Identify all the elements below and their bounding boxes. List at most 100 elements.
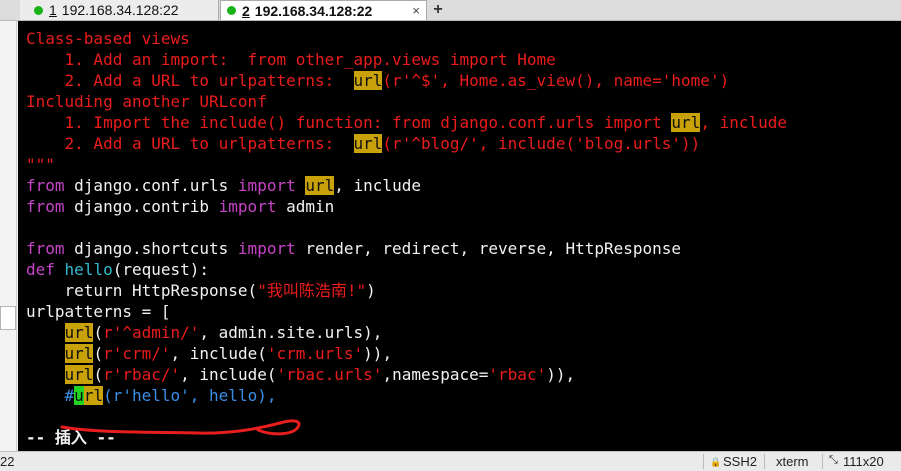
- code-token: (: [93, 323, 104, 342]
- terminal-line: url(r'crm/', include('crm.urls')),: [26, 343, 787, 364]
- code-token: , include: [334, 176, 421, 195]
- code-token: url: [64, 365, 94, 384]
- code-token: (r'^blog/', include('blog.urls')): [382, 134, 701, 153]
- code-token: url: [353, 134, 383, 153]
- tab-number: 1: [49, 2, 57, 18]
- code-token: rl: [83, 386, 104, 405]
- status-protocol: SSH2: [723, 454, 757, 469]
- code-token: 1. Import the include() function: from d…: [26, 113, 672, 132]
- code-token: )),: [546, 365, 576, 384]
- terminal-line: 2. Add a URL to urlpatterns: url(r'^$', …: [26, 70, 787, 91]
- code-token: r'rbac/': [103, 365, 181, 384]
- code-token: r'^admin/': [103, 323, 200, 342]
- connected-status-icon: [34, 5, 43, 15]
- terminal-line: urlpatterns = [: [26, 301, 787, 322]
- code-token: admin: [276, 197, 335, 216]
- terminal-lines: Class-based views 1. Add an import: from…: [26, 28, 787, 448]
- code-token: (r'^$', Home.as_view(), name='home'): [382, 71, 730, 90]
- terminal-line: """: [26, 154, 787, 175]
- code-token: (request):: [112, 260, 210, 279]
- terminal-line: return HttpResponse("我叫陈浩南!"): [26, 280, 787, 301]
- connected-status-icon: [227, 6, 236, 15]
- terminal-line: from django.conf.urls import url, includ…: [26, 175, 787, 196]
- code-token: from: [26, 176, 65, 195]
- code-token: from: [26, 197, 65, 216]
- code-token: 'rbac': [488, 365, 547, 384]
- status-left-text: 22: [0, 454, 15, 469]
- code-token: "我叫陈浩南!": [257, 281, 367, 300]
- tab-bar: 1 192.168.34.128:22 2 192.168.34.128:22 …: [0, 0, 901, 21]
- new-tab-button[interactable]: +: [429, 0, 447, 20]
- code-token: r'crm/': [103, 344, 171, 363]
- status-bar: 22 🔒 SSH2 xterm ⤡ 111x20: [0, 451, 901, 471]
- terminal-line: Including another URLconf: [26, 91, 787, 112]
- tab-title: 192.168.34.128:22: [254, 2, 373, 19]
- terminal-line: #url(r'hello', hello),: [26, 385, 787, 406]
- terminal-line: 1. Add an import: from other_app.views i…: [26, 49, 787, 70]
- tab-title: 192.168.34.128:22: [61, 2, 179, 18]
- terminal-line: url(r'rbac/', include('rbac.urls',namesp…: [26, 364, 787, 385]
- code-token: , include(: [180, 365, 277, 384]
- code-token: (: [93, 365, 104, 384]
- code-token: ,namespace=: [382, 365, 489, 384]
- code-token: import: [237, 176, 296, 195]
- tab-session-2[interactable]: 2 192.168.34.128:22 ×: [220, 0, 427, 20]
- code-token: Class-based views: [26, 29, 190, 48]
- code-token: url: [64, 323, 94, 342]
- terminal-line: def hello(request):: [26, 259, 787, 280]
- status-divider: [703, 454, 704, 469]
- session-sidebar-edge: [0, 21, 17, 451]
- code-token: return HttpResponse(: [26, 281, 258, 300]
- code-token: 2. Add a URL to urlpatterns:: [26, 71, 354, 90]
- code-token: #: [26, 386, 75, 405]
- terminal-line: Class-based views: [26, 28, 787, 49]
- code-token: django.shortcuts: [64, 239, 238, 258]
- code-token: def: [26, 260, 55, 279]
- code-token: 2. Add a URL to urlpatterns:: [26, 134, 354, 153]
- code-token: import: [218, 197, 277, 216]
- terminal-screen[interactable]: Class-based views 1. Add an import: from…: [18, 21, 901, 451]
- code-token: url: [671, 113, 701, 132]
- status-terminal-size: 111x20: [843, 454, 884, 469]
- code-token: , admin.site.urls),: [199, 323, 383, 342]
- text-cursor: u: [74, 386, 84, 405]
- code-token: hello: [64, 260, 113, 279]
- resize-icon: ⤡: [829, 454, 838, 466]
- terminal-line: 1. Import the include() function: from d…: [26, 112, 787, 133]
- code-token: 'rbac.urls': [276, 365, 383, 384]
- code-token: django.contrib: [64, 197, 219, 216]
- status-terminal-type: xterm: [776, 454, 809, 469]
- code-token: 'crm.urls': [266, 344, 364, 363]
- terminal-line: from django.contrib import admin: [26, 196, 787, 217]
- close-tab-icon[interactable]: ×: [412, 3, 420, 18]
- code-token: url: [353, 71, 383, 90]
- code-token: (r'hello', hello),: [103, 386, 277, 405]
- code-token: (: [93, 344, 104, 363]
- code-token: from: [26, 239, 65, 258]
- lock-icon: 🔒: [710, 457, 722, 467]
- code-token: 1. Add an import: from other_app.views i…: [26, 50, 556, 69]
- code-token: render, redirect, reverse, HttpResponse: [295, 239, 682, 258]
- annotation-stroke: [60, 419, 301, 436]
- code-token: urlpatterns = [: [26, 302, 171, 321]
- code-token: ): [366, 281, 376, 300]
- terminal-line: from django.shortcuts import render, red…: [26, 238, 787, 259]
- code-token: import: [237, 239, 296, 258]
- code-token: url: [64, 344, 94, 363]
- tab-session-1[interactable]: 1 192.168.34.128:22: [20, 0, 219, 20]
- code-token: """: [26, 155, 55, 174]
- status-divider: [822, 454, 823, 469]
- status-divider: [764, 454, 765, 469]
- tab-number: 2: [242, 2, 250, 19]
- terminal-line: 2. Add a URL to urlpatterns: url(r'^blog…: [26, 133, 787, 154]
- code-token: )),: [363, 344, 393, 363]
- sidebar-tab-marker[interactable]: [0, 306, 16, 330]
- code-token: django.conf.urls: [64, 176, 238, 195]
- code-token: Including another URLconf: [26, 92, 267, 111]
- code-token: , include: [700, 113, 788, 132]
